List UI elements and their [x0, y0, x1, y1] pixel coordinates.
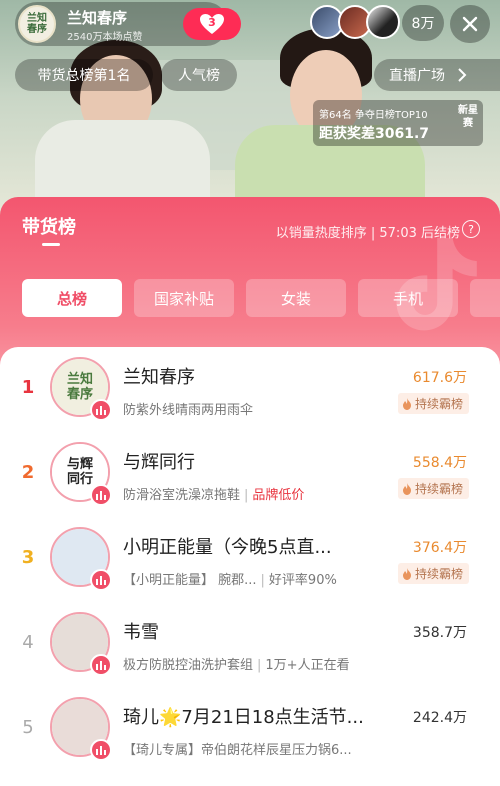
streamer-product: 【琦儿专属】帝伯朗花样辰星压力锅6... [123, 743, 352, 758]
viewer-count[interactable]: 8万 [402, 5, 444, 41]
live-indicator-icon [90, 399, 112, 421]
rank-row[interactable]: 2 与辉 同行 与辉同行 防滑浴室洗澡凉拖鞋 | 品牌低价 558.4万 持续霸榜 [0, 432, 500, 517]
ranking-list: 1 兰知 春序 兰知春序 防紫外线晴雨两用雨伞 617.6万 持续霸榜 2 与辉… [0, 347, 500, 786]
sales-value: 358.7万 [412, 625, 467, 641]
tab-phones[interactable]: 手机 [358, 279, 458, 317]
streak-badge: 持续霸榜 [397, 478, 469, 499]
streak-badge: 持续霸榜 [397, 563, 469, 584]
rank-number: 2 [21, 462, 35, 483]
popularity-tag[interactable]: 人气榜 [161, 59, 237, 91]
tab-overall[interactable]: 总榜 [22, 279, 122, 317]
streak-badge: 持续霸榜 [397, 393, 469, 414]
close-button[interactable] [450, 5, 490, 43]
streamer-name: 琦儿🌟7月21日18点生活节... [123, 707, 364, 728]
streak-label: 持续霸榜 [414, 397, 463, 411]
sales-value: 376.4万 [412, 540, 467, 556]
host-name: 兰知春序 [67, 9, 128, 27]
sales-rank-sheet: 带货榜 以销量热度排序 | 57:03 后结榜 ? 总榜 国家补贴 女装 手机 … [0, 197, 500, 786]
tab-national-subsidy[interactable]: 国家补贴 [134, 279, 234, 317]
rank-number: 3 [21, 547, 35, 568]
flame-icon [402, 397, 411, 410]
sales-value: 558.4万 [412, 455, 467, 471]
sales-value: 242.4万 [412, 710, 467, 726]
tab-more[interactable] [470, 279, 500, 317]
rank-number: 4 [22, 632, 34, 653]
streamer-name: 韦雪 [123, 622, 159, 643]
streamer-product: 防紫外线晴雨两用雨伞 [123, 403, 254, 418]
rank-row[interactable]: 4 韦雪 极方防脱控油洗护套组 | 1万+人正在看 358.7万 [0, 602, 500, 687]
streamer-product: 【小明正能量】 腕郡... | 好评率90% [123, 573, 337, 588]
rank-row[interactable]: 3 小明正能量（今晚5点直... 【小明正能量】 腕郡... | 好评率90% 37… [0, 517, 500, 602]
live-indicator-icon [90, 739, 112, 761]
flame-icon [402, 482, 411, 495]
live-indicator-icon [90, 569, 112, 591]
product-tag: 好评率90% [268, 573, 337, 588]
host-avatar[interactable]: 兰知 春序 [18, 5, 56, 43]
streak-label: 持续霸榜 [414, 482, 463, 496]
streamer-product: 防滑浴室洗澡凉拖鞋 | 品牌低价 [123, 488, 305, 503]
rank-row[interactable]: 1 兰知 春序 兰知春序 防紫外线晴雨两用雨伞 617.6万 持续霸榜 [0, 347, 500, 432]
fan-club-button[interactable]: 3 [183, 8, 241, 40]
host-avatar-text: 兰知 春序 [27, 13, 47, 35]
sales-rank-tag[interactable]: 带货总榜第1名 [15, 59, 153, 91]
host-info[interactable]: 兰知 春序 兰知春序 2540万本场点赞 3 [15, 2, 241, 46]
streak-label: 持续霸榜 [414, 567, 463, 581]
viewer-avatar[interactable] [366, 5, 400, 39]
chevron-right-icon [458, 68, 467, 82]
sales-value: 617.6万 [412, 370, 467, 386]
close-icon [462, 16, 478, 32]
top-viewers[interactable] [310, 5, 400, 43]
live-plaza-button[interactable]: 直播广场 [374, 59, 500, 91]
streamer-name: 小明正能量（今晚5点直... [123, 537, 332, 558]
sort-note: 以销量热度排序 | 57:03 后结榜 [275, 226, 460, 241]
flame-icon [402, 567, 411, 580]
rank-gap: 距获奖差3061.7 [319, 126, 430, 142]
sheet-title: 带货榜 [22, 217, 76, 238]
help-icon[interactable]: ? [462, 220, 480, 238]
product-tag: 1万+人正在看 [265, 658, 350, 673]
fan-level: 3 [208, 16, 216, 29]
title-underline [42, 243, 60, 246]
rank-row[interactable]: 5 琦儿🌟7月21日18点生活节... 【琦儿专属】帝伯朗花样辰星压力锅6...… [0, 687, 500, 772]
streamer-product: 极方防脱控油洗护套组 | 1万+人正在看 [123, 658, 350, 673]
rank-position: 第64名 争夺日榜TOP10 [319, 110, 428, 121]
live-indicator-icon [90, 654, 112, 676]
rank-number: 1 [21, 377, 35, 398]
streamer-name: 兰知春序 [123, 367, 195, 388]
rank-number: 5 [22, 717, 34, 738]
host-likes: 2540万本场点赞 [67, 32, 143, 43]
live-indicator-icon [90, 484, 112, 506]
daily-rank-card[interactable]: 第64名 争夺日榜TOP10 距获奖差3061.7 新星赛 [313, 100, 483, 146]
product-tag: 品牌低价 [252, 488, 305, 503]
streamer-name: 与辉同行 [123, 452, 195, 473]
newstar-badge: 新星赛 [458, 105, 478, 129]
tab-womens-clothing[interactable]: 女装 [246, 279, 346, 317]
live-plaza-label: 直播广场 [389, 68, 445, 84]
heart-icon: 3 [199, 13, 225, 35]
